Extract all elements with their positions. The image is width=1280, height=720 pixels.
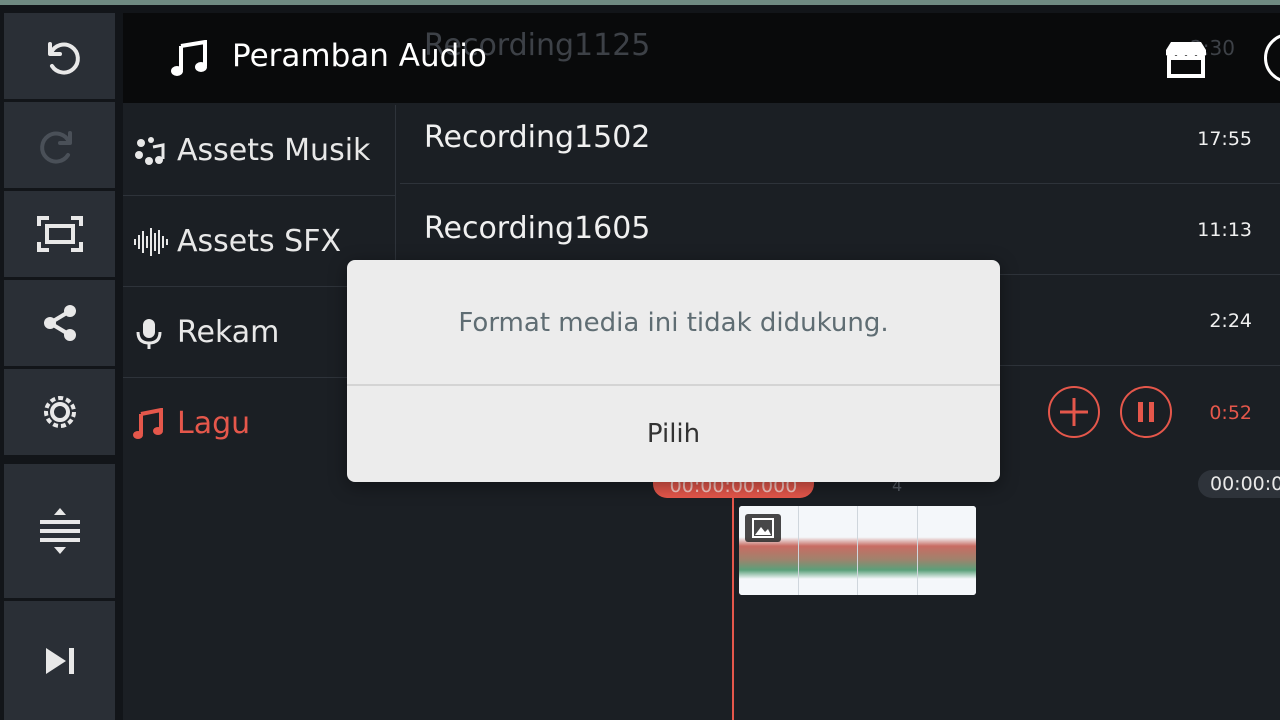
- pause-icon: [1138, 402, 1154, 422]
- redo-button[interactable]: [4, 102, 115, 188]
- image-icon: [745, 514, 781, 542]
- microphone-icon: [136, 319, 162, 349]
- redo-icon: [39, 131, 72, 164]
- fit-screen-button[interactable]: [4, 191, 115, 277]
- settings-button[interactable]: [4, 369, 115, 455]
- settings-icon: [43, 396, 76, 428]
- nav-label: Assets Musik: [177, 132, 371, 168]
- add-track-button[interactable]: [1048, 386, 1100, 438]
- track-duration: 17:55: [1197, 128, 1252, 150]
- pause-button[interactable]: [1120, 386, 1172, 438]
- clip-frame: [798, 506, 858, 595]
- nav-label: Rekam: [177, 314, 280, 350]
- track-duration: 11:13: [1197, 219, 1252, 241]
- music-note-icon: [133, 408, 163, 439]
- skip-end-icon: [45, 647, 74, 674]
- nav-item-assets-musik[interactable]: Assets Musik: [123, 105, 395, 195]
- split-tracks-icon: [39, 508, 80, 554]
- timeline-end-time: 00:00:0: [1198, 470, 1280, 498]
- music-assets-icon: [135, 137, 165, 165]
- store-icon[interactable]: [1163, 40, 1209, 78]
- waveform-icon: [134, 228, 168, 256]
- unsupported-format-dialog: Format media ini tidak didukung. Pilih: [347, 260, 1000, 482]
- fit-screen-icon: [36, 216, 83, 252]
- undo-icon: [47, 42, 80, 75]
- share-button[interactable]: [4, 280, 115, 366]
- music-note-icon: [171, 40, 207, 76]
- skip-end-button[interactable]: [4, 601, 115, 720]
- panel-title: Peramban Audio: [232, 38, 487, 74]
- status-strip: [0, 0, 1280, 5]
- timeline-area[interactable]: [123, 465, 1280, 720]
- track-duration: 2:24: [1209, 310, 1252, 332]
- clip-frame: [858, 506, 918, 595]
- pilih-button[interactable]: Pilih: [347, 386, 1000, 482]
- clip-frame: [917, 506, 976, 595]
- nav-label: Lagu: [177, 405, 251, 441]
- track-name[interactable]: Recording1502: [424, 120, 650, 155]
- track-duration: 0:52: [1209, 402, 1252, 424]
- dialog-message: Format media ini tidak didukung.: [458, 308, 889, 338]
- playhead[interactable]: [732, 480, 734, 720]
- track-name[interactable]: Recording1605: [424, 211, 650, 246]
- split-tracks-button[interactable]: [4, 464, 115, 598]
- nav-label: Assets SFX: [177, 223, 342, 259]
- plus-icon: [1060, 398, 1088, 426]
- left-toolbar: [0, 5, 120, 720]
- undo-button[interactable]: [4, 13, 115, 99]
- track-divider: [400, 183, 1280, 184]
- share-icon: [43, 305, 76, 341]
